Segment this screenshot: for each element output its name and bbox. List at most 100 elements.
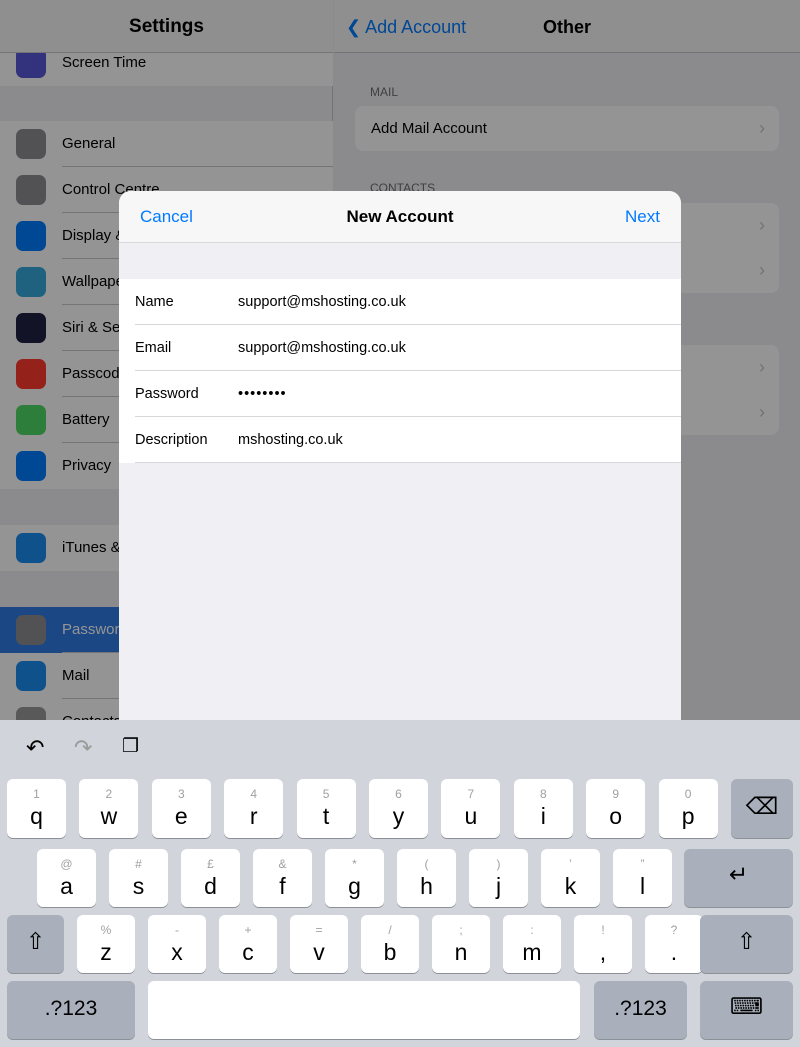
numbers-key-right[interactable]: .?123 <box>594 981 687 1039</box>
key-h[interactable]: (h <box>397 849 456 907</box>
divider <box>135 462 681 463</box>
undo-icon[interactable]: ↶ <box>26 735 44 761</box>
field-row-name[interactable]: Name support@mshosting.co.uk <box>119 279 681 325</box>
hide-keyboard-icon: ⌨ <box>729 993 764 1019</box>
key-p[interactable]: 0p <box>658 779 718 838</box>
key-f[interactable]: & f <box>253 849 312 907</box>
key-char: d <box>204 873 217 899</box>
key-r[interactable]: 4r <box>224 779 284 838</box>
key-b[interactable]: / b <box>361 915 419 973</box>
key-o[interactable]: 9o <box>586 779 646 838</box>
key-x[interactable]: -x <box>148 915 206 973</box>
delete-icon: ⌫ <box>745 793 779 819</box>
key-char: q <box>30 803 43 829</box>
key-char: o <box>609 803 623 829</box>
key-alt-char: 7 <box>467 787 475 801</box>
key-e[interactable]: 3e <box>151 779 211 838</box>
key-alt-char: 9 <box>612 787 620 801</box>
key-char: c <box>242 939 254 965</box>
key-alt-char: ? <box>670 923 678 937</box>
key-a[interactable]: @ a <box>37 849 96 907</box>
key-alt-char: ( <box>424 857 429 871</box>
key-v[interactable]: = v <box>290 915 348 973</box>
key-z[interactable]: % z <box>77 915 135 973</box>
return-key[interactable]: ↵ <box>684 849 793 907</box>
key-char: f <box>279 873 286 899</box>
field-input[interactable]: mshosting.co.uk <box>238 417 343 463</box>
key-alt-char: : <box>530 923 534 937</box>
key-y[interactable]: 6y <box>369 779 428 838</box>
key-char: k <box>564 873 577 899</box>
key-alt-char: @ <box>60 857 73 871</box>
hide-keyboard-key[interactable]: ⌨ <box>700 981 793 1039</box>
key-q[interactable]: 1q <box>7 779 66 838</box>
key-alt-char: + <box>244 923 252 937</box>
key-char: x <box>171 939 183 965</box>
key-alt-char: - <box>175 923 179 937</box>
key-alt-char: ” <box>640 857 645 871</box>
key-char: p <box>681 803 695 829</box>
next-button[interactable]: Next <box>625 191 660 243</box>
key-alt-char: 5 <box>322 787 330 801</box>
key-k[interactable]: ’ k <box>541 849 600 907</box>
key-g[interactable]: * g <box>325 849 384 907</box>
shift-icon: ⇧ <box>736 928 757 954</box>
field-input[interactable]: •••••••• <box>238 371 287 417</box>
new-account-sheet: Cancel New Account Next Name support@msho… <box>119 191 681 751</box>
key-s[interactable]: # s <box>109 849 168 907</box>
key-char: m <box>522 939 542 965</box>
key-alt-char: 6 <box>395 787 402 801</box>
numbers-label: .?123 <box>44 997 98 1020</box>
key-n[interactable]: ; n <box>432 915 490 973</box>
field-input[interactable]: support@mshosting.co.uk <box>238 279 406 325</box>
key-m[interactable]: :m <box>503 915 561 973</box>
key-alt-char: £ <box>207 857 214 871</box>
field-row-email[interactable]: Email support@mshosting.co.uk <box>119 325 681 371</box>
key-alt-char: 8 <box>539 787 547 801</box>
key-j[interactable]: ) j <box>469 849 528 907</box>
redo-icon[interactable]: ↷ <box>74 735 92 761</box>
key-alt-char: & <box>278 857 287 871</box>
key-alt-char: 0 <box>684 787 692 801</box>
numbers-label: .?123 <box>614 997 667 1020</box>
field-row-description[interactable]: Description mshosting.co.uk <box>119 417 681 463</box>
key-c[interactable]: + c <box>219 915 277 973</box>
key-.[interactable]: ?. <box>645 915 703 973</box>
key-char: g <box>348 873 361 899</box>
sheet-header: Cancel New Account Next <box>119 191 681 243</box>
key-alt-char: ’ <box>569 857 572 871</box>
key-t[interactable]: 5t <box>296 779 356 838</box>
key-char: l <box>639 873 646 899</box>
return-icon: ↵ <box>728 861 749 887</box>
key-char: e <box>174 803 188 829</box>
paste-icon[interactable]: ❐ <box>122 735 139 758</box>
shift-key-right[interactable]: ⇧ <box>700 915 793 973</box>
key-char: . <box>670 939 678 965</box>
key-w[interactable]: 2w <box>79 779 139 838</box>
numbers-key-left[interactable]: .?123 <box>7 981 135 1039</box>
key-i[interactable]: 8i <box>513 779 573 838</box>
delete-key[interactable]: ⌫ <box>731 779 793 838</box>
key-alt-char: ! <box>601 923 605 937</box>
field-row-password[interactable]: Password •••••••• <box>119 371 681 417</box>
key-alt-char: * <box>352 857 357 871</box>
space-key[interactable] <box>148 981 580 1039</box>
key-char: n <box>454 939 468 965</box>
key-char: b <box>383 939 397 965</box>
key-char: t <box>322 803 330 829</box>
key-d[interactable]: £ d <box>181 849 240 907</box>
key-char: r <box>249 803 258 829</box>
sheet-title: New Account <box>346 207 454 226</box>
key-u[interactable]: 7u <box>441 779 501 838</box>
key-,[interactable]: !, <box>574 915 632 973</box>
key-l[interactable]: ” l <box>613 849 672 907</box>
key-char: u <box>464 803 478 829</box>
field-label: Name <box>135 294 174 310</box>
field-input[interactable]: support@mshosting.co.uk <box>238 325 406 371</box>
key-alt-char: / <box>388 923 392 937</box>
key-char: v <box>313 939 325 965</box>
key-char: z <box>100 939 112 965</box>
key-alt-char: ; <box>459 923 463 937</box>
field-label: Email <box>135 340 172 356</box>
shift-key-left[interactable]: ⇧ <box>7 915 64 973</box>
